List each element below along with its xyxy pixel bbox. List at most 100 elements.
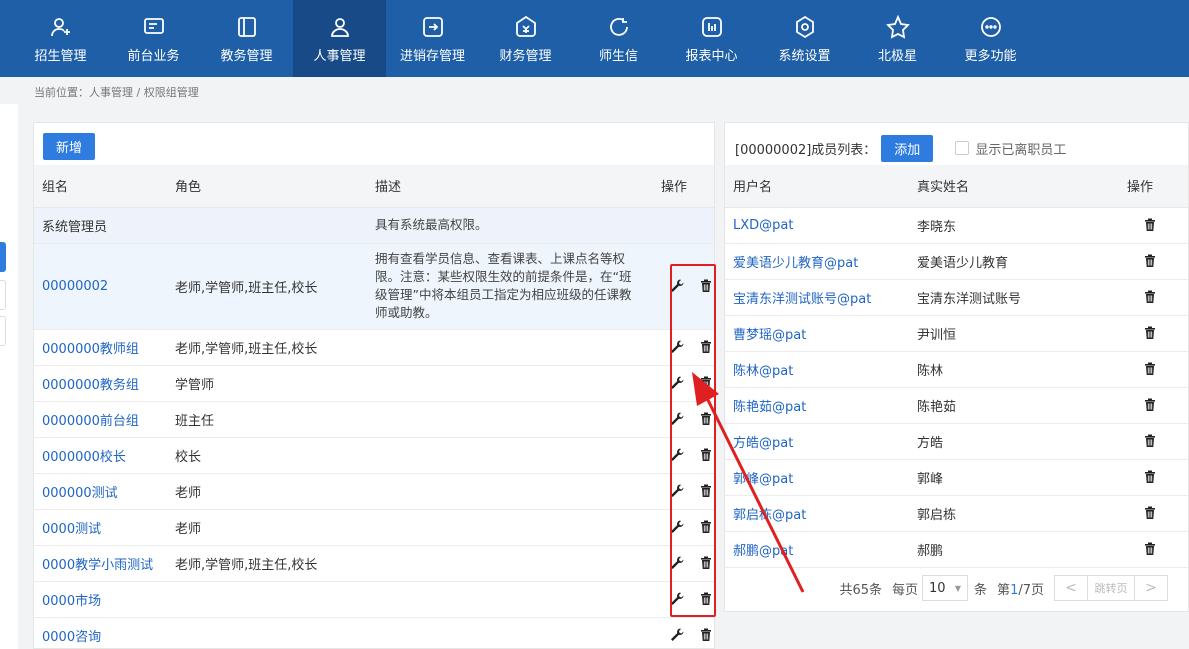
member-username[interactable]: 郭启栋@pat	[725, 495, 909, 532]
trash-icon[interactable]	[698, 278, 714, 294]
pager-total: 共65条	[839, 582, 883, 598]
group-name[interactable]: 0000咨询	[34, 617, 167, 649]
nav-item-10[interactable]: 更多功能	[944, 0, 1037, 77]
wrench-icon[interactable]	[669, 447, 685, 463]
add-member-button[interactable]: 添加	[881, 134, 934, 162]
nav-item-5[interactable]: 财务管理	[479, 0, 572, 77]
sidebar-active-tab[interactable]	[0, 242, 6, 272]
group-row[interactable]: 0000咨询	[34, 617, 714, 649]
monitor-icon	[141, 14, 167, 40]
trash-icon[interactable]	[698, 591, 714, 607]
trash-icon[interactable]	[1142, 253, 1158, 269]
trash-icon[interactable]	[1142, 397, 1158, 413]
member-username[interactable]: 方皓@pat	[725, 423, 909, 460]
trash-icon[interactable]	[1142, 541, 1158, 557]
trash-icon[interactable]	[698, 627, 714, 643]
group-desc	[367, 401, 651, 438]
group-row[interactable]: 0000000教务组 学管师	[34, 365, 714, 402]
jump-page-input[interactable]: 跳转页	[1088, 575, 1134, 601]
member-realname: 陈林	[909, 351, 1117, 388]
trash-icon[interactable]	[698, 339, 714, 355]
group-name[interactable]: 0000000教务组	[34, 365, 167, 402]
wrench-icon[interactable]	[669, 483, 685, 499]
member-username[interactable]: 曹梦瑶@pat	[725, 315, 909, 352]
group-row[interactable]: 系统管理员 具有系统最高权限。	[34, 207, 714, 244]
wrench-icon[interactable]	[669, 339, 685, 355]
trash-icon[interactable]	[1142, 325, 1158, 341]
group-row[interactable]: 0000市场	[34, 581, 714, 618]
sidebar-tab[interactable]	[0, 280, 6, 310]
wrench-icon[interactable]	[669, 411, 685, 427]
group-row[interactable]: 0000测试 老师	[34, 509, 714, 546]
col-header-ops: 操作	[651, 165, 714, 208]
group-name[interactable]: 0000市场	[34, 581, 167, 618]
next-page-button[interactable]: >	[1134, 575, 1168, 601]
trash-icon[interactable]	[1142, 361, 1158, 377]
group-desc	[367, 437, 651, 474]
group-row[interactable]: 0000000教师组 老师,学管师,班主任,校长	[34, 329, 714, 366]
member-list-panel: [00000002]成员列表： 添加 显示已离职员工 用户名 真实姓名 操作 L…	[724, 122, 1189, 612]
member-username[interactable]: LXD@pat	[725, 207, 909, 244]
member-username[interactable]: 郝鹏@pat	[725, 531, 909, 568]
wrench-icon[interactable]	[669, 555, 685, 571]
group-row[interactable]: 0000教学小雨测试 老师,学管师,班主任,校长	[34, 545, 714, 582]
group-name[interactable]: 0000测试	[34, 509, 167, 546]
group-row[interactable]: 0000000校长 校长	[34, 437, 714, 474]
group-name[interactable]: 00000002	[34, 243, 167, 330]
group-row[interactable]: 00000002 老师,学管师,班主任,校长 拥有查看学员信息、查看课表、上课点名等…	[34, 243, 714, 330]
nav-item-0[interactable]: 招生管理	[14, 0, 107, 77]
member-username[interactable]: 爱美语少儿教育@pat	[725, 243, 909, 280]
trash-icon[interactable]	[1142, 433, 1158, 449]
trash-icon[interactable]	[698, 411, 714, 427]
group-role	[167, 581, 367, 618]
member-username[interactable]: 陈林@pat	[725, 351, 909, 388]
nav-item-8[interactable]: 系统设置	[758, 0, 851, 77]
trash-icon[interactable]	[1142, 217, 1158, 233]
member-username[interactable]: 宝清东洋测试账号@pat	[725, 279, 909, 316]
nav-item-3[interactable]: 人事管理	[293, 0, 386, 77]
member-username[interactable]: 陈艳茹@pat	[725, 387, 909, 424]
book-icon	[234, 14, 260, 40]
wrench-icon[interactable]	[669, 375, 685, 391]
nav-item-4[interactable]: 进销存管理	[386, 0, 479, 77]
wrench-icon[interactable]	[669, 591, 685, 607]
group-role: 老师	[167, 473, 367, 510]
trash-icon[interactable]	[698, 519, 714, 535]
table-header-row: 用户名 真实姓名 操作	[725, 165, 1188, 208]
group-desc	[367, 545, 651, 582]
wallet-icon	[513, 14, 539, 40]
prev-page-button[interactable]: <	[1054, 575, 1088, 601]
nav-item-7[interactable]: 报表中心	[665, 0, 758, 77]
per-page-select[interactable]: 10 ▼	[922, 575, 969, 601]
group-desc	[367, 581, 651, 618]
trash-icon[interactable]	[698, 555, 714, 571]
wrench-icon[interactable]	[669, 519, 685, 535]
show-resigned-checkbox[interactable]	[955, 141, 970, 155]
group-row[interactable]: 000000测试 老师	[34, 473, 714, 510]
add-group-button[interactable]: 新增	[43, 133, 95, 160]
group-name[interactable]: 0000教学小雨测试	[34, 545, 167, 582]
group-name[interactable]: 0000000校长	[34, 437, 167, 474]
nav-item-label: 北极星	[877, 48, 917, 64]
wrench-icon[interactable]	[669, 627, 685, 643]
member-username[interactable]: 郭峰@pat	[725, 459, 909, 496]
trash-icon[interactable]	[1142, 505, 1158, 521]
nav-item-2[interactable]: 教务管理	[200, 0, 293, 77]
group-row[interactable]: 0000000前台组 班主任	[34, 401, 714, 438]
wrench-icon[interactable]	[669, 278, 685, 294]
trash-icon[interactable]	[698, 483, 714, 499]
nav-item-9[interactable]: 北极星	[851, 0, 944, 77]
member-table: 用户名 真实姓名 操作 LXD@pat 李晓东 爱美语少儿教育@pat 爱美语少儿教育…	[725, 165, 1188, 568]
member-row: 郭峰@pat 郭峰	[725, 459, 1188, 496]
group-desc	[367, 329, 651, 366]
group-name[interactable]: 0000000教师组	[34, 329, 167, 366]
sidebar-tab[interactable]	[0, 316, 6, 346]
group-name[interactable]: 0000000前台组	[34, 401, 167, 438]
nav-item-6[interactable]: 师生信	[572, 0, 665, 77]
trash-icon[interactable]	[1142, 469, 1158, 485]
group-name[interactable]: 000000测试	[34, 473, 167, 510]
trash-icon[interactable]	[1142, 289, 1158, 305]
trash-icon[interactable]	[698, 447, 714, 463]
trash-icon[interactable]	[698, 375, 714, 391]
nav-item-1[interactable]: 前台业务	[107, 0, 200, 77]
